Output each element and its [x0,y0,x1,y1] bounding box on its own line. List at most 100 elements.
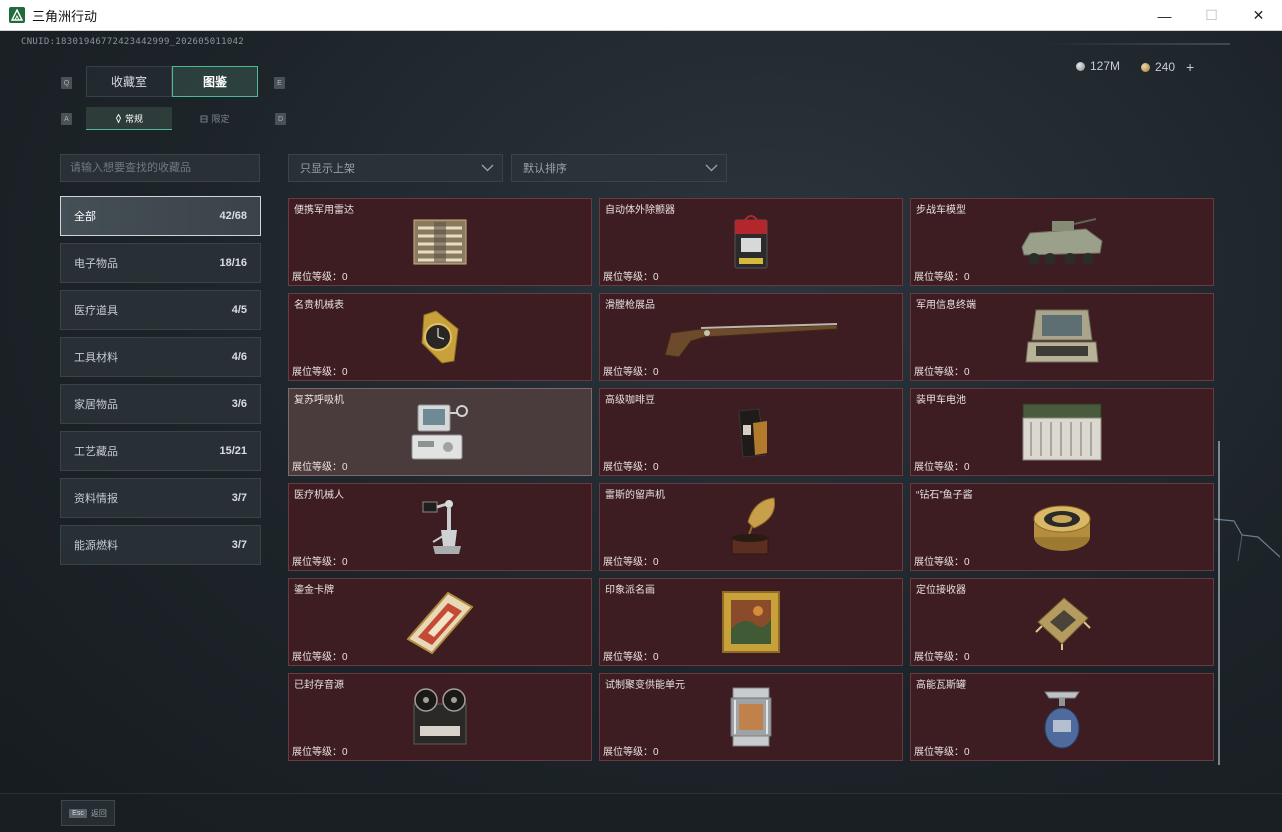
collectible-card[interactable]: 复苏呼吸机 展位等级：0 [288,388,592,476]
main-tabs: 收藏室 图鉴 [86,66,258,97]
subtab-limited-label: 限定 [211,114,230,124]
top-decoration [1040,43,1230,45]
collectible-card[interactable]: 装甲车电池 展位等级：0 [910,388,1214,476]
close-button[interactable]: ✕ [1235,0,1282,31]
collectible-card[interactable]: 定位接收器 展位等级：0 [910,578,1214,666]
ifv-model-icon [1016,213,1108,271]
painting-icon [720,589,782,655]
watch-icon [414,309,466,365]
receiver-icon [1030,592,1094,652]
category-all[interactable]: 全部 42/68 [60,196,261,236]
gold-coin-icon [1141,62,1150,72]
collectible-card[interactable]: 已封存音源 展位等级：0 [288,673,592,761]
item-level: 展位等级：0 [914,557,970,568]
item-level: 展位等级：0 [914,747,970,758]
category-label: 医疗道具 [74,305,118,317]
category-electronics[interactable]: 电子物品 18/16 [60,243,261,283]
item-level: 展位等级：0 [603,747,659,758]
category-energy[interactable]: 能源燃料 3/7 [60,525,261,565]
collectible-card[interactable]: “钻石”鱼子酱 展位等级：0 [910,483,1214,571]
category-crafts[interactable]: 工艺藏品 15/21 [60,431,261,471]
sort-value: 默认排序 [523,163,567,175]
sub-tabs: 常规 限定 [86,107,258,130]
chevron-down-icon [705,164,718,172]
add-currency-button[interactable]: + [1186,59,1194,75]
category-count: 3/7 [231,539,247,551]
collectible-card[interactable]: 高级咖啡豆 展位等级：0 [599,388,903,476]
category-count: 3/7 [231,492,247,504]
collectible-card[interactable]: 试制聚变供能单元 展位等级：0 [599,673,903,761]
silver-amount: 127M [1090,59,1121,73]
sort-dropdown[interactable]: 默认排序 [511,154,727,182]
battery-icon [1017,400,1107,464]
category-medical[interactable]: 医疗道具 4/5 [60,290,261,330]
item-name: 军用信息终端 [916,300,976,311]
category-label: 电子物品 [74,258,118,270]
category-count: 4/5 [231,304,247,316]
tab-collection-room[interactable]: 收藏室 [86,66,172,97]
category-count: 3/6 [231,398,247,410]
collectible-card[interactable]: 步战车模型 展位等级：0 [910,198,1214,286]
defibrillator-icon [729,212,773,272]
minimize-button[interactable]: — [1141,0,1188,31]
item-name: 自动体外除颤器 [605,205,675,216]
category-label: 能源燃料 [74,540,118,552]
shelf-filter-value: 只显示上架 [300,163,355,175]
item-level: 展位等级：0 [603,367,659,378]
radar-icon [408,214,472,270]
item-level: 展位等级：0 [914,272,970,283]
item-name: “钻石”鱼子酱 [916,490,973,501]
key-hint-next-tab: E [274,77,285,89]
app-logo-icon [9,7,25,23]
card-icon [404,589,476,655]
item-name: 高级咖啡豆 [605,395,655,406]
maximize-button[interactable]: ☐ [1188,0,1235,31]
subtab-limited[interactable]: 限定 [172,107,258,130]
collectible-card[interactable]: 医疗机械人 展位等级：0 [288,483,592,571]
item-name: 医疗机械人 [294,490,344,501]
item-name: 雷斯的留声机 [605,490,665,501]
item-level: 展位等级：0 [603,272,659,283]
shelf-filter-dropdown[interactable]: 只显示上架 [288,154,503,182]
back-button[interactable]: Esc 返回 [61,800,115,826]
collectible-card[interactable]: 鎏金卡牌 展位等级：0 [288,578,592,666]
collectible-card[interactable]: 名贵机械表 展位等级：0 [288,293,592,381]
search-input[interactable] [60,154,260,182]
gold-currency: 240 + [1141,59,1194,75]
subtab-regular-label: 常规 [124,113,143,124]
category-household[interactable]: 家居物品 3/6 [60,384,261,424]
item-level: 展位等级：0 [603,557,659,568]
item-name: 已封存音源 [294,680,344,691]
item-level: 展位等级：0 [292,367,348,378]
item-level: 展位等级：0 [914,462,970,473]
subtab-regular[interactable]: 常规 [86,107,172,130]
footer-bar: Esc 返回 [0,793,1282,832]
item-name: 印象派名画 [605,585,655,596]
silver-currency: 127M [1076,59,1120,73]
category-intel[interactable]: 资料情报 3/7 [60,478,261,518]
grid-scrollbar[interactable] [1218,441,1220,765]
fusion-cell-icon [727,684,775,750]
collectible-card[interactable]: 军用信息终端 展位等级：0 [910,293,1214,381]
category-count: 15/21 [219,445,247,457]
collectible-card[interactable]: 滑膛枪展品 展位等级：0 [599,293,903,381]
collectible-card[interactable]: 自动体外除颤器 展位等级：0 [599,198,903,286]
category-tools[interactable]: 工具材料 4/6 [60,337,261,377]
item-name: 高能瓦斯罐 [916,680,966,691]
tab-catalog[interactable]: 图鉴 [172,66,258,97]
category-label: 全部 [74,211,96,223]
collectible-card[interactable]: 印象派名画 展位等级：0 [599,578,903,666]
collectible-card[interactable]: 高能瓦斯罐 展位等级：0 [910,673,1214,761]
collectible-card[interactable]: 便携军用雷达 展位等级：0 [288,198,592,286]
user-uid: CNUID:18301946772423442999_202605011042 [21,37,245,47]
item-level: 展位等级：0 [914,367,970,378]
window-title: 三角洲行动 [32,8,98,24]
category-label: 工艺藏品 [74,446,118,458]
gold-amount: 240 [1155,60,1176,74]
collectible-card[interactable]: 雷斯的留声机 展位等级：0 [599,483,903,571]
item-level: 展位等级：0 [603,652,659,663]
item-name: 步战车模型 [916,205,966,216]
item-level: 展位等级：0 [292,652,348,663]
item-name: 装甲车电池 [916,395,966,406]
game-viewport: CNUID:18301946772423442999_202605011042 … [0,31,1282,832]
